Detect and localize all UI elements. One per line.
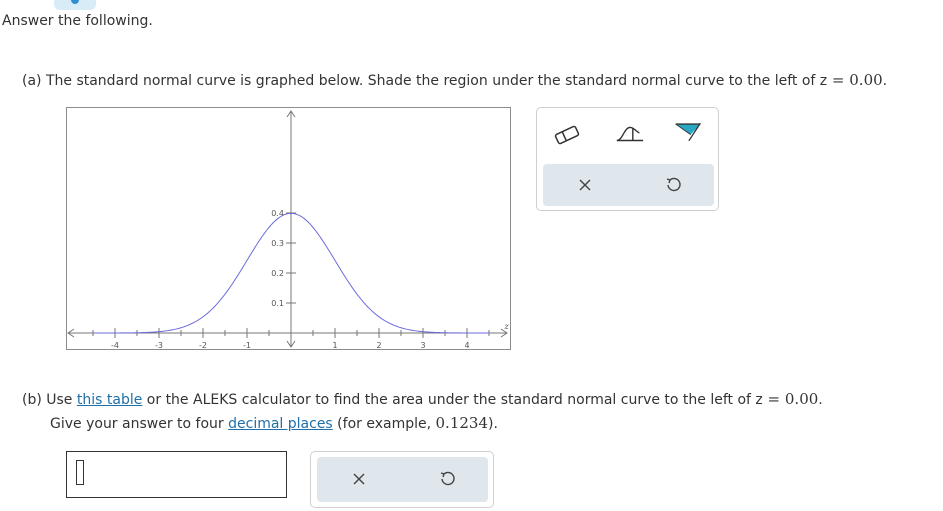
action-bar [543, 164, 714, 206]
part-b-text-5: ). [488, 416, 498, 432]
part-b-text-4: (for example, [332, 416, 436, 432]
answer-action-bar [317, 457, 488, 502]
table-link[interactable]: this table [77, 392, 142, 408]
part-a-period: . [882, 73, 888, 89]
x-tick-label: -1 [243, 341, 251, 350]
collapse-tab[interactable] [54, 0, 96, 10]
x-tick-label: 3 [420, 341, 425, 350]
decimal-places-link[interactable]: decimal places [228, 416, 333, 432]
part-b-text: (b) Use [22, 392, 77, 408]
y-tick-label: 0.1 [271, 299, 284, 308]
text-cursor [76, 460, 84, 485]
answer-undo-button[interactable] [432, 466, 462, 492]
graph-canvas[interactable]: -4 -3 -2 -1 1 2 3 4 0.1 0.2 0.3 0.4 z [66, 107, 511, 350]
part-b-equals: = [762, 390, 785, 408]
clear-button[interactable] [570, 172, 600, 198]
part-b-text-3: Give your answer to four [50, 416, 229, 432]
answer-tool-panel [310, 451, 494, 508]
close-icon [353, 473, 365, 485]
part-a-text: (a) The standard normal curve is graphed… [22, 73, 828, 89]
undo-icon [666, 177, 681, 192]
part-b-text-2: or the ALEKS calculator to find the area… [142, 392, 763, 408]
y-tick-label: 0.4 [271, 209, 284, 218]
x-axis-label: z [503, 322, 509, 331]
part-b-question-line1: (b) Use this table or the ALEKS calculat… [22, 390, 823, 408]
left-tail-icon[interactable] [615, 120, 645, 146]
graph-tool-panel [536, 107, 719, 211]
y-tick-label: 0.2 [271, 269, 284, 278]
part-b-question-line2: Give your answer to four decimal places … [50, 414, 498, 432]
eraser-icon[interactable] [552, 122, 582, 148]
answer-input[interactable] [66, 451, 287, 498]
x-tick-label: 2 [376, 341, 381, 350]
undo-icon [440, 471, 455, 486]
shade-region-icon[interactable] [673, 119, 703, 145]
part-a-value: 0.00 [849, 71, 883, 89]
close-icon [579, 179, 591, 191]
part-a-equals: = [827, 71, 850, 89]
y-tick-label: 0.3 [271, 239, 284, 248]
x-tick-label: 4 [464, 341, 469, 350]
x-tick-label: 1 [332, 341, 337, 350]
instructions: Answer the following. [2, 13, 153, 29]
x-tick-label: -4 [111, 341, 119, 350]
part-b-period: . [818, 392, 823, 408]
part-b-value: 0.00 [784, 390, 819, 408]
x-tick-label: -2 [199, 341, 207, 350]
example-value: 0.1234 [435, 414, 489, 432]
x-tick-label: -3 [155, 341, 163, 350]
part-a-question: (a) The standard normal curve is graphed… [22, 71, 887, 89]
answer-clear-button[interactable] [344, 466, 374, 492]
undo-button[interactable] [658, 172, 688, 198]
normal-curve-graph[interactable]: -4 -3 -2 -1 1 2 3 4 0.1 0.2 0.3 0.4 z [66, 107, 511, 350]
chevron-down-icon [71, 0, 79, 4]
